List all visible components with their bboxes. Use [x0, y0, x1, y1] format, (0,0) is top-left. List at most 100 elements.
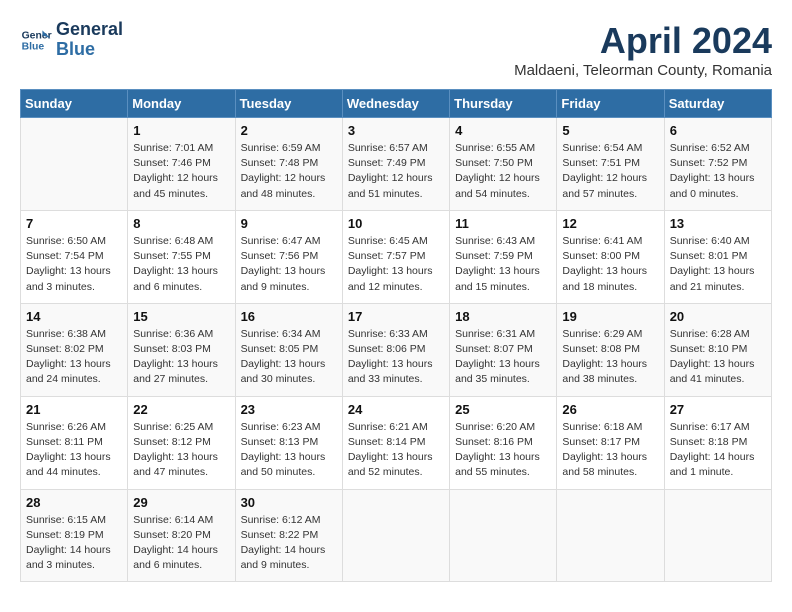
calendar-week-1: 1 Sunrise: 7:01 AM Sunset: 7:46 PM Daylig… [21, 118, 772, 211]
calendar-body: 1 Sunrise: 7:01 AM Sunset: 7:46 PM Daylig… [21, 118, 772, 582]
day-number: 4 [455, 123, 551, 138]
day-number: 27 [670, 402, 766, 417]
day-info: Sunrise: 6:43 AM Sunset: 7:59 PM Dayligh… [455, 234, 551, 295]
day-info: Sunrise: 6:21 AM Sunset: 8:14 PM Dayligh… [348, 420, 444, 481]
svg-text:Blue: Blue [22, 41, 45, 52]
day-number: 6 [670, 123, 766, 138]
day-info: Sunrise: 6:18 AM Sunset: 8:17 PM Dayligh… [562, 420, 658, 481]
day-info: Sunrise: 6:50 AM Sunset: 7:54 PM Dayligh… [26, 234, 122, 295]
calendar-cell: 22Sunrise: 6:25 AM Sunset: 8:12 PM Dayli… [128, 396, 235, 489]
day-header-wednesday: Wednesday [342, 90, 449, 118]
day-info: Sunrise: 6:54 AM Sunset: 7:51 PM Dayligh… [562, 141, 658, 202]
day-header-sunday: Sunday [21, 90, 128, 118]
logo-text: General Blue [56, 20, 123, 60]
day-info: Sunrise: 6:47 AM Sunset: 7:56 PM Dayligh… [241, 234, 337, 295]
day-number: 9 [241, 216, 337, 231]
day-number: 12 [562, 216, 658, 231]
calendar-cell: 23 Sunrise: 6:23 AM Sunset: 8:13 PM Dayli… [235, 396, 342, 489]
day-number: 21 [26, 402, 122, 417]
calendar-cell [664, 489, 771, 582]
calendar-cell: 24Sunrise: 6:21 AM Sunset: 8:14 PM Dayli… [342, 396, 449, 489]
day-header-friday: Friday [557, 90, 664, 118]
day-info: Sunrise: 7:01 AM Sunset: 7:46 PM Dayligh… [133, 141, 229, 202]
calendar-cell: 25 Sunrise: 6:20 AM Sunset: 8:16 PM Dayli… [450, 396, 557, 489]
calendar-cell: 15 Sunrise: 6:36 AM Sunset: 8:03 PM Dayli… [128, 303, 235, 396]
day-info: Sunrise: 6:48 AM Sunset: 7:55 PM Dayligh… [133, 234, 229, 295]
calendar-cell: 13 Sunrise: 6:40 AM Sunset: 8:01 PM Dayli… [664, 210, 771, 303]
calendar-cell: 21 Sunrise: 6:26 AM Sunset: 8:11 PM Dayli… [21, 396, 128, 489]
day-info: Sunrise: 6:45 AM Sunset: 7:57 PM Dayligh… [348, 234, 444, 295]
calendar-cell: 8 Sunrise: 6:48 AM Sunset: 7:55 PM Daylig… [128, 210, 235, 303]
calendar-cell: 30Sunrise: 6:12 AM Sunset: 8:22 PM Dayli… [235, 489, 342, 582]
day-info: Sunrise: 6:14 AM Sunset: 8:20 PM Dayligh… [133, 513, 229, 574]
day-number: 22 [133, 402, 229, 417]
calendar-cell: 19 Sunrise: 6:29 AM Sunset: 8:08 PM Dayli… [557, 303, 664, 396]
calendar-cell: 9 Sunrise: 6:47 AM Sunset: 7:56 PM Daylig… [235, 210, 342, 303]
day-info: Sunrise: 6:52 AM Sunset: 7:52 PM Dayligh… [670, 141, 766, 202]
calendar-cell: 27 Sunrise: 6:17 AM Sunset: 8:18 PM Dayli… [664, 396, 771, 489]
day-info: Sunrise: 6:20 AM Sunset: 8:16 PM Dayligh… [455, 420, 551, 481]
day-info: Sunrise: 6:26 AM Sunset: 8:11 PM Dayligh… [26, 420, 122, 481]
location-subtitle: Maldaeni, Teleorman County, Romania [514, 62, 772, 79]
calendar-cell: 11 Sunrise: 6:43 AM Sunset: 7:59 PM Dayli… [450, 210, 557, 303]
calendar-cell: 18Sunrise: 6:31 AM Sunset: 8:07 PM Dayli… [450, 303, 557, 396]
day-header-monday: Monday [128, 90, 235, 118]
day-number: 7 [26, 216, 122, 231]
calendar-cell [450, 489, 557, 582]
day-number: 5 [562, 123, 658, 138]
title-area: April 2024 Maldaeni, Teleorman County, R… [514, 20, 772, 79]
day-number: 15 [133, 309, 229, 324]
calendar-header: SundayMondayTuesdayWednesdayThursdayFrid… [21, 90, 772, 118]
day-number: 29 [133, 495, 229, 510]
day-number: 19 [562, 309, 658, 324]
day-number: 3 [348, 123, 444, 138]
day-info: Sunrise: 6:29 AM Sunset: 8:08 PM Dayligh… [562, 327, 658, 388]
day-info: Sunrise: 6:40 AM Sunset: 8:01 PM Dayligh… [670, 234, 766, 295]
calendar-cell: 14 Sunrise: 6:38 AM Sunset: 8:02 PM Dayli… [21, 303, 128, 396]
day-info: Sunrise: 6:33 AM Sunset: 8:06 PM Dayligh… [348, 327, 444, 388]
day-info: Sunrise: 6:34 AM Sunset: 8:05 PM Dayligh… [241, 327, 337, 388]
day-number: 13 [670, 216, 766, 231]
day-number: 14 [26, 309, 122, 324]
day-info: Sunrise: 6:17 AM Sunset: 8:18 PM Dayligh… [670, 420, 766, 481]
calendar-cell: 10Sunrise: 6:45 AM Sunset: 7:57 PM Dayli… [342, 210, 449, 303]
day-number: 25 [455, 402, 551, 417]
calendar-table: SundayMondayTuesdayWednesdayThursdayFrid… [20, 89, 772, 582]
day-info: Sunrise: 6:36 AM Sunset: 8:03 PM Dayligh… [133, 327, 229, 388]
day-number: 8 [133, 216, 229, 231]
day-number: 23 [241, 402, 337, 417]
day-number: 30 [241, 495, 337, 510]
day-header-thursday: Thursday [450, 90, 557, 118]
calendar-cell: 3 Sunrise: 6:57 AM Sunset: 7:49 PM Daylig… [342, 118, 449, 211]
day-number: 11 [455, 216, 551, 231]
day-info: Sunrise: 6:23 AM Sunset: 8:13 PM Dayligh… [241, 420, 337, 481]
month-title: April 2024 [514, 20, 772, 62]
day-info: Sunrise: 6:38 AM Sunset: 8:02 PM Dayligh… [26, 327, 122, 388]
calendar-cell [21, 118, 128, 211]
day-info: Sunrise: 6:31 AM Sunset: 8:07 PM Dayligh… [455, 327, 551, 388]
day-number: 20 [670, 309, 766, 324]
day-number: 1 [133, 123, 229, 138]
calendar-cell: 7 Sunrise: 6:50 AM Sunset: 7:54 PM Daylig… [21, 210, 128, 303]
day-number: 16 [241, 309, 337, 324]
day-info: Sunrise: 6:41 AM Sunset: 8:00 PM Dayligh… [562, 234, 658, 295]
day-info: Sunrise: 6:57 AM Sunset: 7:49 PM Dayligh… [348, 141, 444, 202]
calendar-cell: 2Sunrise: 6:59 AM Sunset: 7:48 PM Daylig… [235, 118, 342, 211]
calendar-cell: 26Sunrise: 6:18 AM Sunset: 8:17 PM Dayli… [557, 396, 664, 489]
calendar-cell [342, 489, 449, 582]
header: General Blue General Blue April 2024 Mal… [20, 20, 772, 79]
calendar-cell: 29 Sunrise: 6:14 AM Sunset: 8:20 PM Dayli… [128, 489, 235, 582]
calendar-cell: 12 Sunrise: 6:41 AM Sunset: 8:00 PM Dayli… [557, 210, 664, 303]
calendar-cell: 17Sunrise: 6:33 AM Sunset: 8:06 PM Dayli… [342, 303, 449, 396]
calendar-cell: 6 Sunrise: 6:52 AM Sunset: 7:52 PM Daylig… [664, 118, 771, 211]
logo-icon: General Blue [20, 24, 52, 56]
day-header-tuesday: Tuesday [235, 90, 342, 118]
logo: General Blue General Blue [20, 20, 123, 60]
day-number: 2 [241, 123, 337, 138]
calendar-week-2: 7 Sunrise: 6:50 AM Sunset: 7:54 PM Daylig… [21, 210, 772, 303]
calendar-week-4: 21 Sunrise: 6:26 AM Sunset: 8:11 PM Dayli… [21, 396, 772, 489]
calendar-week-5: 28Sunrise: 6:15 AM Sunset: 8:19 PM Dayli… [21, 489, 772, 582]
day-info: Sunrise: 6:28 AM Sunset: 8:10 PM Dayligh… [670, 327, 766, 388]
day-info: Sunrise: 6:55 AM Sunset: 7:50 PM Dayligh… [455, 141, 551, 202]
calendar-cell: 4 Sunrise: 6:55 AM Sunset: 7:50 PM Daylig… [450, 118, 557, 211]
